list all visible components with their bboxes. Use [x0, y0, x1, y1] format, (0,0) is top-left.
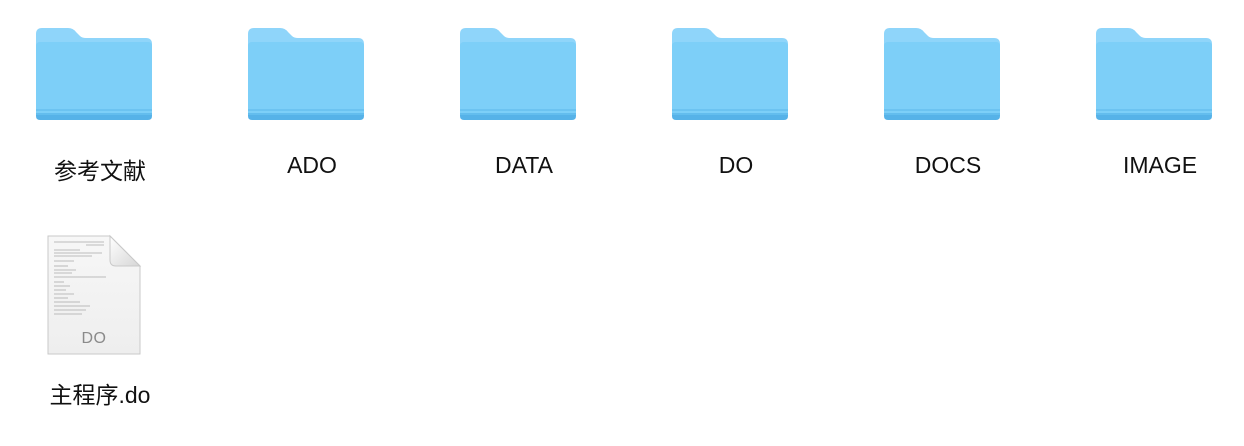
folder-label: DOCS [914, 152, 982, 178]
folder-item[interactable]: DATA [418, 24, 630, 184]
folder-label: DO [718, 152, 754, 178]
folder-icon [458, 24, 578, 122]
folder-icon [882, 24, 1002, 122]
folder-icon [34, 24, 154, 122]
folder-icon [246, 24, 366, 122]
folder-icon [1094, 24, 1214, 122]
file-type-label: DO [81, 330, 107, 347]
folder-item[interactable]: ADO [206, 24, 418, 184]
file-label: 主程序.do [49, 382, 151, 408]
folder-item[interactable]: DOCS [842, 24, 1054, 184]
folder-item[interactable]: IMAGE [1054, 24, 1244, 184]
folder-label: DATA [495, 152, 553, 178]
folder-label: 参考文献 [54, 158, 146, 184]
folder-label: ADO [287, 152, 337, 178]
file-item[interactable]: DO 主程序.do [0, 234, 206, 410]
folder-item[interactable]: DO [630, 24, 842, 184]
folder-item[interactable]: 参考文献 [0, 24, 206, 184]
folder-label: IMAGE [1122, 152, 1198, 178]
folder-icon [670, 24, 790, 122]
